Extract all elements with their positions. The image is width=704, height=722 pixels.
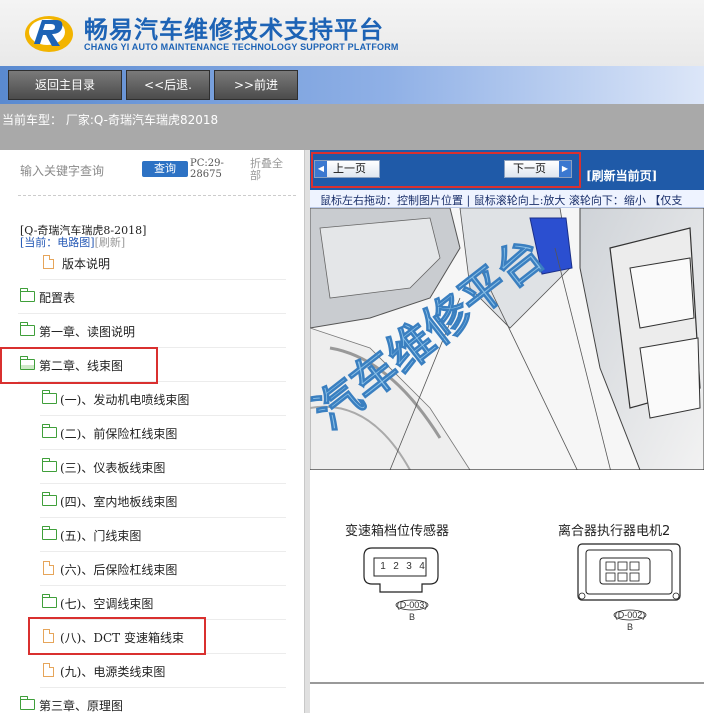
collapse-all-link[interactable]: 折叠全 部 [250,158,290,182]
folder-icon [42,526,57,540]
tree-item-ac-harness[interactable]: (七)、空调线束图 [40,586,286,620]
pin-4: 4 [419,561,425,572]
home-button[interactable]: 返回主目录 [8,70,122,100]
brand-subtitle: CHANG YI AUTO MAINTENANCE TECHNOLOGY SUP… [84,42,399,52]
pc-code-line1: PC:29- [190,158,224,169]
diagram-viewer: ◀ 上一页 下一页 ▶ [刷新当前页] 鼠标左右拖动：控制图片位置 | 鼠标滚轮… [310,150,704,713]
sidebar: 输入关键字查询 查询 PC:29- 28675 折叠全 部 [Q-奇瑞汽车瑞虎8… [0,150,304,713]
search-button[interactable]: 查询 [142,161,188,177]
tree-item-label: (七)、空调线束图 [60,597,154,611]
folder-icon [20,322,35,336]
diagram-image[interactable]: 1 2 3 4 变速箱档位传感器 离合器执行器电机2 (D-003) B (D-… [310,207,704,713]
tree-item-label: 配置表 [39,291,76,305]
highlight-dct-harness [28,617,206,655]
connector2-side: B [626,622,633,632]
brand-title: 畅易汽车维修技术支持平台 [84,16,384,44]
page-icon [43,255,54,269]
folder-icon [42,492,57,506]
connector-clutch-motor[interactable] [577,543,681,601]
tree-item-floor-harness[interactable]: (四)、室内地板线束图 [40,484,286,518]
tree-item-rear-bumper-harness[interactable]: (六)、后保险杠线束图 [40,552,286,586]
refresh-page-link[interactable]: [刷新当前页] [586,167,657,184]
tree-item-dashboard-harness[interactable]: (三)、仪表板线束图 [40,450,286,484]
viewer-tip-bar: 鼠标左右拖动：控制图片位置 | 鼠标滚轮向上:放大 滚轮向下：缩小 【仅支 [310,190,704,208]
current-car-bar: 当前车型： 厂家:Q-奇瑞汽车瑞虎82018 [0,104,704,150]
highlight-chapter2 [0,347,158,384]
viewer-toolbar: ◀ 上一页 下一页 ▶ [刷新当前页] [310,150,704,190]
tree-item-front-bumper-harness[interactable]: (二)、前保险杠线束图 [40,416,286,450]
tree-item-label: 版本说明 [62,257,111,271]
brand-logo-icon [25,16,73,52]
highlight-page-buttons [311,152,581,188]
pin-1: 1 [380,561,386,572]
tree-item-label: (九)、电源类线束图 [60,665,166,679]
current-car-text: 当前车型： 厂家:Q-奇瑞汽车瑞虎82018 [2,113,219,127]
diagram-drawing [310,207,704,713]
connector1-name: 变速箱档位传感器 [345,524,450,539]
tree-item-label: (三)、仪表板线束图 [60,461,166,475]
connector1-side: B [408,612,415,622]
page-icon [43,561,54,575]
folder-icon [42,390,57,404]
tree-item-label: 第一章、读图说明 [39,325,136,339]
tree-item-engine-harness[interactable]: (一)、发动机电喷线束图 [40,382,286,416]
nav-bar: 返回主目录 <<后退. >>前进 [0,66,704,104]
tree-item-label: (四)、室内地板线束图 [60,495,178,509]
pc-code: PC:29- 28675 [190,158,224,180]
divider [18,195,296,196]
tree-item-label: (五)、门线束图 [60,529,142,543]
pin-2: 2 [393,561,399,572]
page-icon [43,663,54,677]
connector2-name: 离合器执行器电机2 [558,524,671,539]
tree-item-door-harness[interactable]: (五)、门线束图 [40,518,286,552]
tree-item-chapter1[interactable]: 第一章、读图说明 [18,314,286,348]
collapse-line2: 部 [250,169,261,182]
back-button[interactable]: <<后退. [126,70,210,100]
search-input[interactable]: 输入关键字查询 [20,162,104,179]
folder-icon [42,424,57,438]
tree-item-config[interactable]: 配置表 [18,280,286,314]
connector2-code: (D-002) [614,610,646,620]
tree-item-label: (一)、发动机电喷线束图 [60,393,190,407]
tree-item-label: 第三章、原理图 [39,699,124,713]
tree-item-chapter3[interactable]: 第三章、原理图 [18,688,286,722]
folder-icon [42,458,57,472]
tree-item-label: (二)、前保险杠线束图 [60,427,178,441]
viewer-tip-text: 鼠标左右拖动：控制图片位置 | 鼠标滚轮向上:放大 滚轮向下：缩小 【仅支 [320,194,683,207]
tree-item-power-harness[interactable]: (九)、电源类线束图 [40,654,286,688]
folder-icon [20,288,35,302]
forward-button[interactable]: >>前进 [214,70,298,100]
app-header: 畅易汽车维修技术支持平台 CHANG YI AUTO MAINTENANCE T… [0,0,704,66]
connector1-code: (D-003) [396,600,428,610]
pc-code-line2: 28675 [190,169,222,180]
tree-item-label: (六)、后保险杠线束图 [60,563,178,577]
pin-3: 3 [406,561,412,572]
folder-icon [42,594,57,608]
tree-item-version[interactable]: 版本说明 [40,246,286,280]
folder-icon [20,696,35,710]
